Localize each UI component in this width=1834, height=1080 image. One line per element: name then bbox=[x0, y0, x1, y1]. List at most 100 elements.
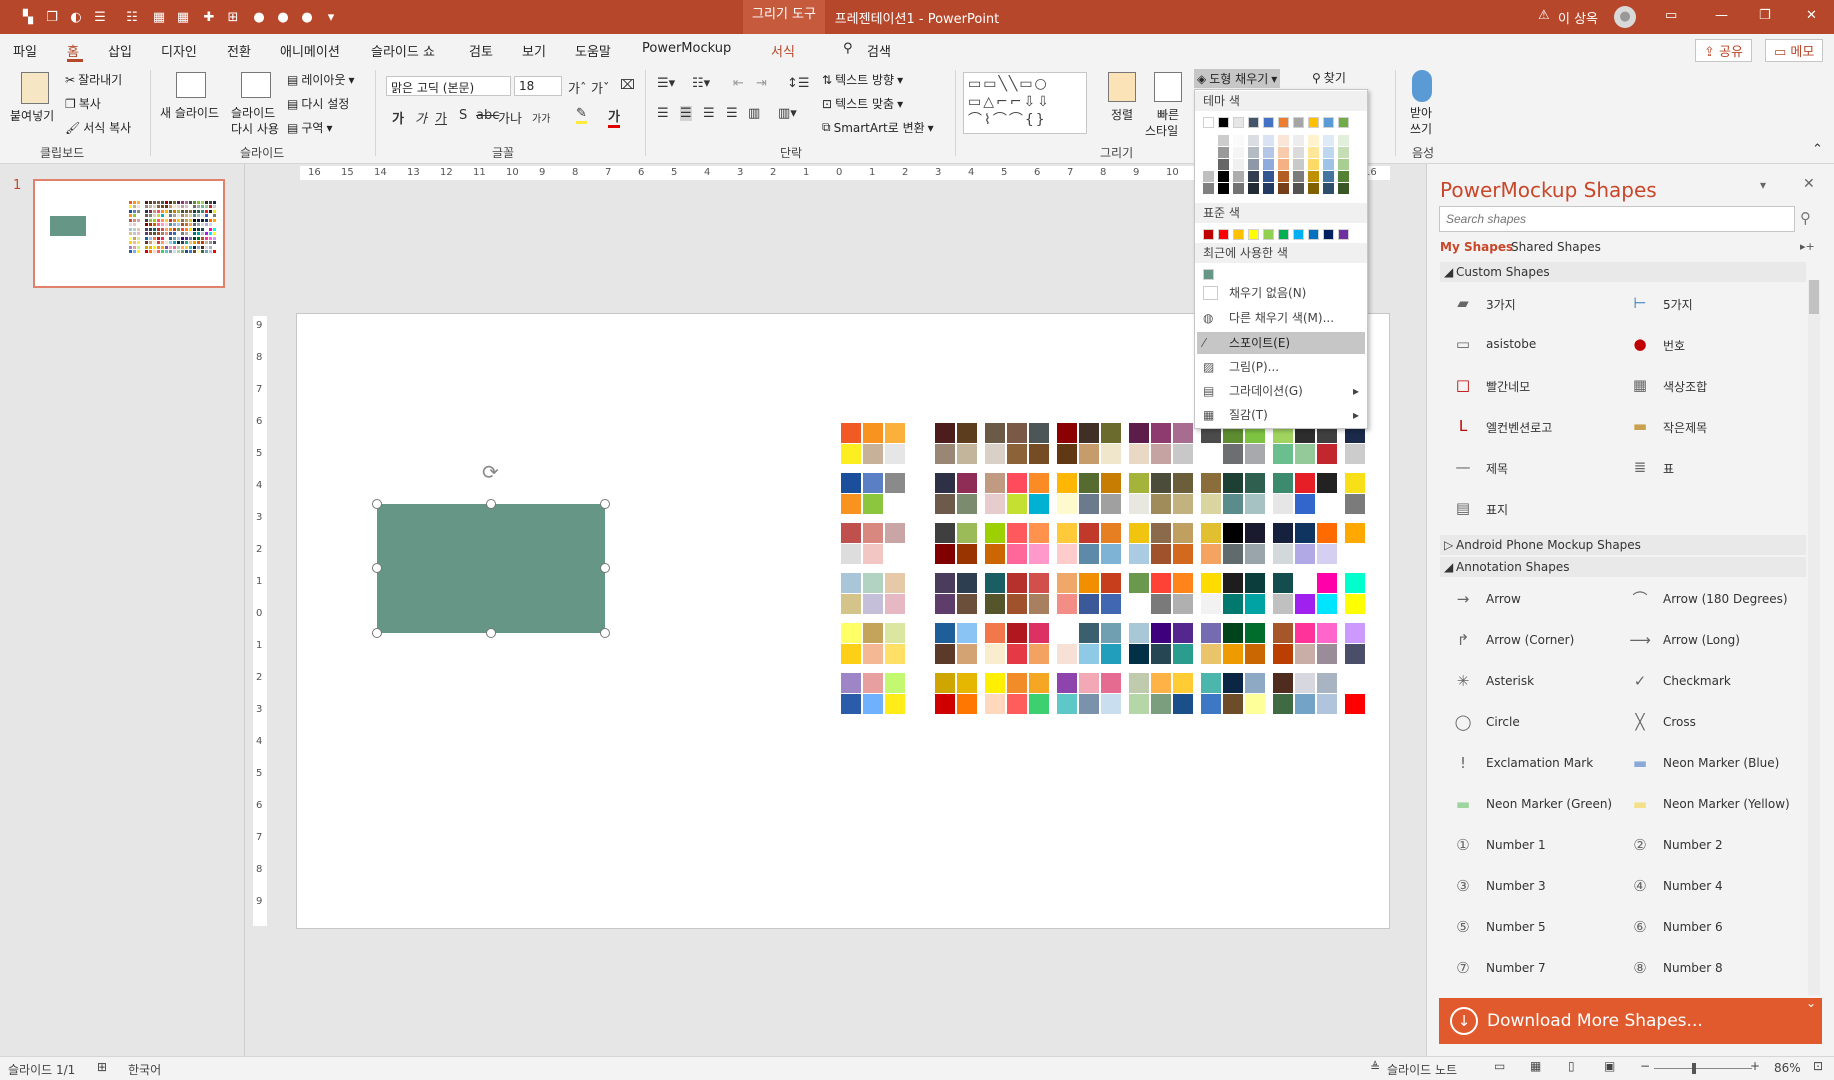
arrange-icon[interactable] bbox=[1108, 72, 1136, 102]
palette-swatch[interactable] bbox=[1007, 694, 1027, 714]
shade-swatch[interactable] bbox=[1218, 159, 1229, 170]
palette-swatch[interactable] bbox=[1173, 494, 1193, 514]
slideshow-icon[interactable]: ▣ bbox=[1604, 1059, 1615, 1073]
palette-swatch[interactable] bbox=[1129, 573, 1149, 593]
palette-swatch[interactable] bbox=[985, 673, 1005, 693]
palette-swatch[interactable] bbox=[863, 523, 883, 543]
palette-swatch[interactable] bbox=[1101, 644, 1121, 664]
palette-swatch[interactable] bbox=[1057, 523, 1077, 543]
palette-swatch[interactable] bbox=[1029, 423, 1049, 443]
tab-view[interactable]: 보기 bbox=[522, 41, 546, 60]
palette-swatch[interactable] bbox=[1007, 673, 1027, 693]
palette-swatch[interactable] bbox=[1273, 544, 1293, 564]
palette-swatch[interactable] bbox=[935, 594, 955, 614]
shape-item[interactable]: 엘컨벤션로고 bbox=[1486, 419, 1552, 436]
qa-customize-icon[interactable]: ▾ bbox=[322, 8, 340, 26]
palette-swatch[interactable] bbox=[1173, 594, 1193, 614]
palette-swatch[interactable] bbox=[1201, 594, 1221, 614]
panel-scrollbar[interactable] bbox=[1808, 280, 1820, 995]
shade-swatch[interactable] bbox=[1248, 183, 1259, 194]
avatar[interactable]: ● bbox=[1614, 6, 1636, 28]
palette-swatch[interactable] bbox=[913, 694, 933, 714]
gradient-item[interactable]: ▤ 그라데이션(G) ▸ bbox=[1197, 380, 1365, 402]
palette-swatch[interactable] bbox=[1273, 494, 1293, 514]
text-direction-button[interactable]: ⇅ 텍스트 방향 ▾ bbox=[822, 71, 903, 88]
shape-fill-button[interactable]: ◈ 도형 채우기 ▾ bbox=[1194, 69, 1281, 88]
palette-swatch[interactable] bbox=[841, 423, 861, 443]
tab-animations[interactable]: 애니메이션 bbox=[280, 41, 340, 60]
palette-swatch[interactable] bbox=[913, 623, 933, 643]
palette-swatch[interactable] bbox=[1129, 694, 1149, 714]
clear-format-icon[interactable]: ⌧ bbox=[620, 78, 635, 93]
color-swatch[interactable] bbox=[1263, 229, 1274, 240]
memo-button[interactable]: ▭ 메모 bbox=[1765, 39, 1824, 62]
shade-swatch[interactable] bbox=[1338, 135, 1349, 146]
layout-button[interactable]: ▤ 레이아웃 ▾ bbox=[287, 71, 355, 88]
palette-swatch[interactable] bbox=[1173, 623, 1193, 643]
shade-swatch[interactable] bbox=[1248, 171, 1259, 182]
shape-item[interactable]: Number 4 bbox=[1663, 879, 1723, 893]
palette-swatch[interactable] bbox=[1129, 623, 1149, 643]
palette-swatch[interactable] bbox=[957, 494, 977, 514]
decrease-indent-icon[interactable]: ⇤ bbox=[733, 76, 744, 91]
shade-swatch[interactable] bbox=[1308, 135, 1319, 146]
panel-nav-icon[interactable]: ▸+ bbox=[1800, 240, 1815, 253]
palette-swatch[interactable] bbox=[1101, 694, 1121, 714]
dictate-line2[interactable]: 쓰기 bbox=[1410, 120, 1432, 137]
palette-swatch[interactable] bbox=[1317, 494, 1337, 514]
palette-swatch[interactable] bbox=[1201, 573, 1221, 593]
palette-swatch[interactable] bbox=[1173, 673, 1193, 693]
palette-swatch[interactable] bbox=[913, 494, 933, 514]
palette-swatch[interactable] bbox=[1029, 673, 1049, 693]
highlight-icon[interactable]: ✎ bbox=[576, 106, 587, 124]
resize-handle[interactable] bbox=[372, 628, 382, 638]
palette-swatch[interactable] bbox=[1079, 523, 1099, 543]
palette-swatch[interactable] bbox=[985, 423, 1005, 443]
zoom-slider-thumb[interactable] bbox=[1692, 1063, 1696, 1074]
palette-swatch[interactable] bbox=[957, 644, 977, 664]
palette-swatch[interactable] bbox=[1295, 494, 1315, 514]
align-left-icon[interactable]: ☰ bbox=[657, 106, 669, 121]
palette-swatch[interactable] bbox=[885, 423, 905, 443]
resize-handle[interactable] bbox=[600, 563, 610, 573]
shade-swatch[interactable] bbox=[1233, 171, 1244, 182]
underline-button[interactable]: 가 bbox=[435, 108, 447, 127]
palette-swatch[interactable] bbox=[913, 523, 933, 543]
distributed-icon[interactable]: ▥ bbox=[748, 106, 760, 121]
panel-close-icon[interactable]: ✕ bbox=[1803, 176, 1815, 192]
palette-swatch[interactable] bbox=[1245, 494, 1265, 514]
color-swatch[interactable] bbox=[1248, 117, 1259, 128]
shape-search-input[interactable] bbox=[1439, 206, 1795, 232]
palette-swatch[interactable] bbox=[935, 473, 955, 493]
bullets-qa-icon[interactable]: ☰ bbox=[91, 8, 109, 26]
shade-swatch[interactable] bbox=[1308, 159, 1319, 170]
search-icon[interactable]: ⚲ bbox=[1800, 209, 1811, 227]
texture-item[interactable]: ▦ 질감(T) ▸ bbox=[1197, 404, 1365, 426]
shape-item[interactable]: Number 1 bbox=[1486, 838, 1546, 852]
shape-item[interactable]: Asterisk bbox=[1486, 674, 1534, 688]
palette-swatch[interactable] bbox=[913, 644, 933, 664]
palette-swatch[interactable] bbox=[1345, 494, 1365, 514]
quick-access-3-icon[interactable]: ◐ bbox=[67, 8, 85, 26]
collapse-bar-icon[interactable]: ⌄ bbox=[1806, 996, 1816, 1010]
palette-swatch[interactable] bbox=[1007, 423, 1027, 443]
palette-swatch[interactable] bbox=[1029, 573, 1049, 593]
plus-qa-icon[interactable]: ✚ bbox=[200, 8, 218, 26]
reset-button[interactable]: ▤ 다시 설정 bbox=[287, 95, 349, 112]
shape-item[interactable]: Number 3 bbox=[1486, 879, 1546, 893]
palette-swatch[interactable] bbox=[1029, 623, 1049, 643]
palette-swatch[interactable] bbox=[1245, 644, 1265, 664]
shape-item[interactable]: Number 5 bbox=[1486, 920, 1546, 934]
palette-swatch[interactable] bbox=[1201, 473, 1221, 493]
palette-swatch[interactable] bbox=[1007, 623, 1027, 643]
arrange-button[interactable]: 정렬 bbox=[1111, 106, 1133, 123]
palette-swatch[interactable] bbox=[1273, 523, 1293, 543]
palette-swatch[interactable] bbox=[1101, 523, 1121, 543]
color-swatch[interactable] bbox=[1293, 117, 1304, 128]
shade-swatch[interactable] bbox=[1263, 171, 1274, 182]
color-swatch[interactable] bbox=[1293, 229, 1304, 240]
shape-item[interactable]: 번호 bbox=[1663, 337, 1685, 354]
palette-swatch[interactable] bbox=[957, 444, 977, 464]
palette-swatch[interactable] bbox=[1057, 594, 1077, 614]
quick-access-1-icon[interactable]: ▚ bbox=[19, 8, 37, 26]
